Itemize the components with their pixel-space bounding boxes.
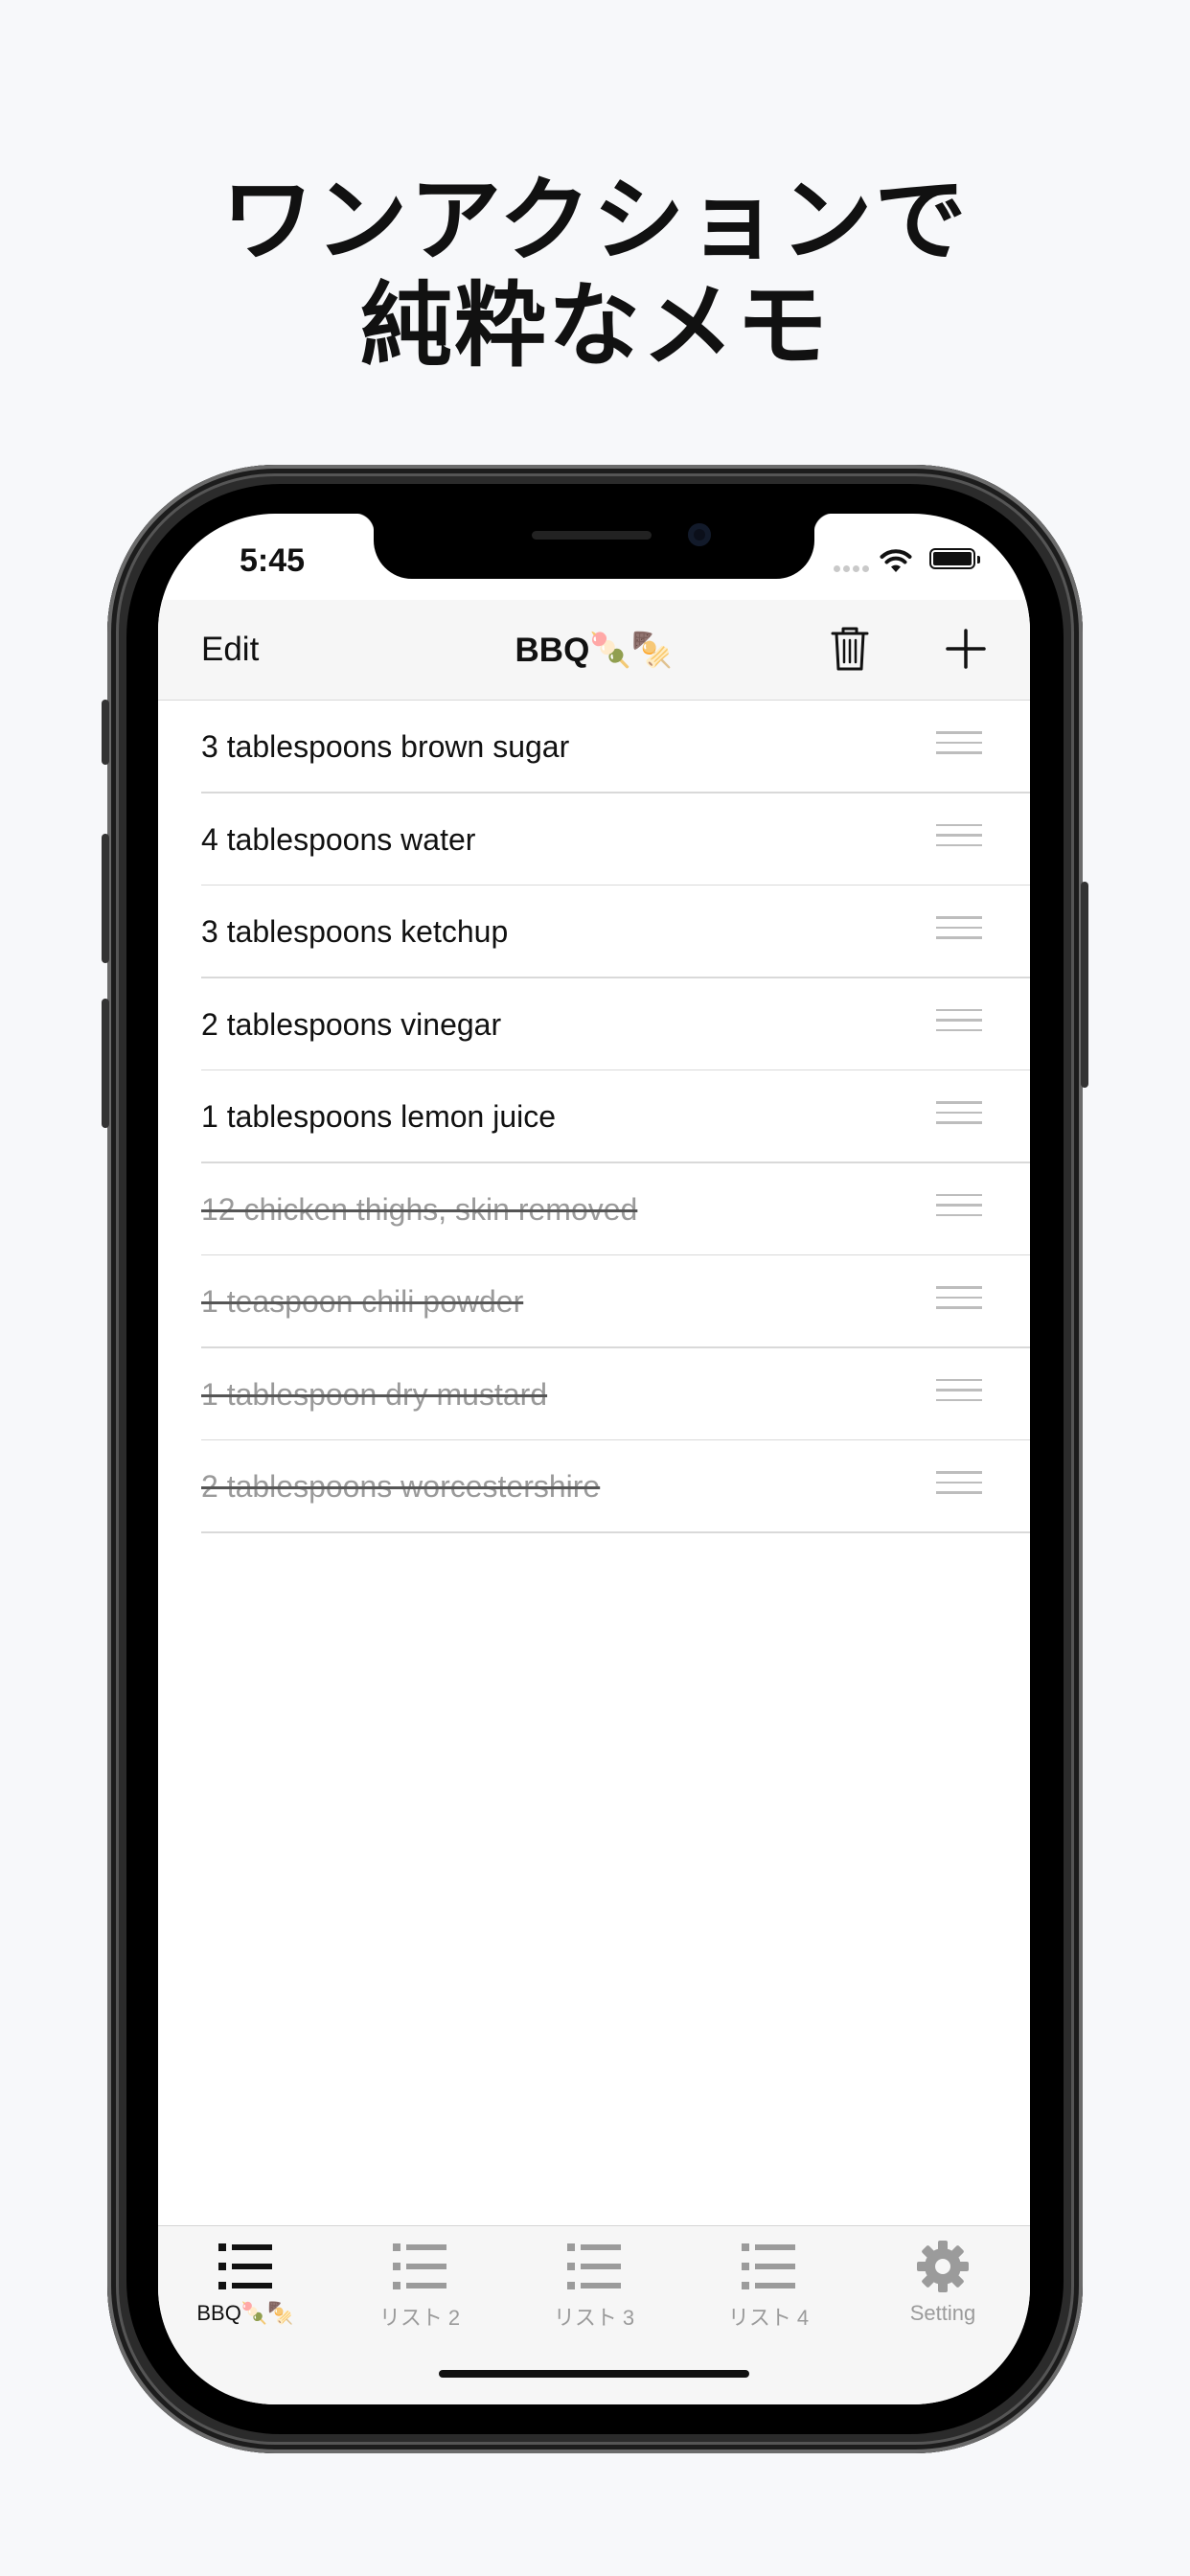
list-item[interactable]: 4 tablespoons water [158, 794, 1030, 886]
status-time: 5:45 [240, 542, 306, 579]
power-button [1081, 882, 1088, 1088]
headline-line-2: 純粋なメモ [360, 272, 830, 380]
mute-switch [102, 700, 109, 765]
tab-label: Setting [909, 2301, 976, 2325]
battery-icon [929, 548, 980, 569]
tab-label: リスト 3 [553, 2306, 635, 2330]
volume-down-button [102, 999, 109, 1128]
reorder-handle-icon[interactable] [936, 1101, 982, 1130]
list-item[interactable]: 1 tablespoon dry mustard [158, 1348, 1030, 1441]
notch [355, 514, 834, 579]
headline-line-1: ワンアクションで [221, 167, 969, 274]
tab-5[interactable]: Setting [856, 2226, 1030, 2341]
list-item[interactable]: 1 tablespoons lemon juice [158, 1070, 1030, 1163]
tab-label: リスト 4 [727, 2306, 810, 2330]
list-item-text: 2 tablespoons vinegar [201, 1006, 502, 1042]
list-item-text: 12 chicken thighs, skin removed [201, 1191, 638, 1227]
list-item[interactable]: 3 tablespoons ketchup [158, 886, 1030, 978]
home-indicator [439, 2370, 749, 2378]
navigation-bar: Edit BBQ🍡🍢 [158, 600, 1030, 701]
reorder-handle-icon[interactable] [936, 1378, 982, 1408]
reorder-handle-icon[interactable] [936, 1471, 982, 1500]
list-item[interactable]: 1 teaspoon chili powder [158, 1255, 1030, 1348]
list-item-text: 1 teaspoon chili powder [201, 1284, 524, 1319]
list-item-text: 1 tablespoons lemon juice [201, 1099, 557, 1134]
item-list: 3 tablespoons brown sugar 4 tablespoons w… [158, 701, 1030, 1533]
headline: ワンアクションで 純粋なメモ [0, 168, 1190, 379]
list-item[interactable]: 12 chicken thighs, skin removed [158, 1163, 1030, 1256]
front-camera [688, 523, 711, 546]
list-item-text: 1 tablespoon dry mustard [201, 1376, 548, 1412]
cellular-signal-icon [834, 565, 869, 572]
list-item-text: 3 tablespoons brown sugar [201, 729, 570, 764]
list-icon [217, 2240, 274, 2293]
list-item[interactable]: 2 tablespoons worcestershire [158, 1440, 1030, 1533]
reorder-handle-icon[interactable] [936, 916, 982, 945]
list-item[interactable]: 2 tablespoons vinegar [158, 978, 1030, 1071]
tab-2[interactable]: リスト 2 [332, 2226, 507, 2341]
nav-title-container: BBQ🍡🍢 [158, 631, 1030, 670]
reorder-handle-icon[interactable] [936, 1193, 982, 1223]
list-icon [391, 2240, 448, 2293]
reorder-handle-icon[interactable] [936, 1008, 982, 1038]
reorder-handle-icon[interactable] [936, 731, 982, 760]
gear-icon [914, 2240, 972, 2293]
volume-up-button [102, 834, 109, 963]
trash-icon[interactable] [829, 625, 871, 673]
tab-4[interactable]: リスト 4 [681, 2226, 856, 2341]
list-icon [740, 2240, 797, 2293]
list-item-text: 3 tablespoons ketchup [201, 914, 509, 949]
reorder-handle-icon[interactable] [936, 823, 982, 853]
reorder-handle-icon[interactable] [936, 1286, 982, 1315]
edit-button[interactable]: Edit [201, 631, 259, 669]
list-item-text: 4 tablespoons water [201, 821, 476, 857]
tab-label: BBQ🍡🍢 [196, 2301, 294, 2325]
page-title: BBQ🍡🍢 [515, 632, 674, 669]
wifi-icon [880, 549, 912, 572]
tab-3[interactable]: リスト 3 [507, 2226, 681, 2341]
list-item[interactable]: 3 tablespoons brown sugar [158, 701, 1030, 794]
tab-label: リスト 2 [378, 2306, 461, 2330]
phone-screen: 5:45 Edit BBQ🍡🍢 3 tablespoons brown suga… [158, 514, 1030, 2404]
add-item-button[interactable] [944, 627, 988, 671]
list-icon [565, 2240, 623, 2293]
speaker-grille [532, 531, 652, 540]
list-item-text: 2 tablespoons worcestershire [201, 1469, 601, 1504]
tab-1[interactable]: BBQ🍡🍢 [158, 2226, 332, 2341]
